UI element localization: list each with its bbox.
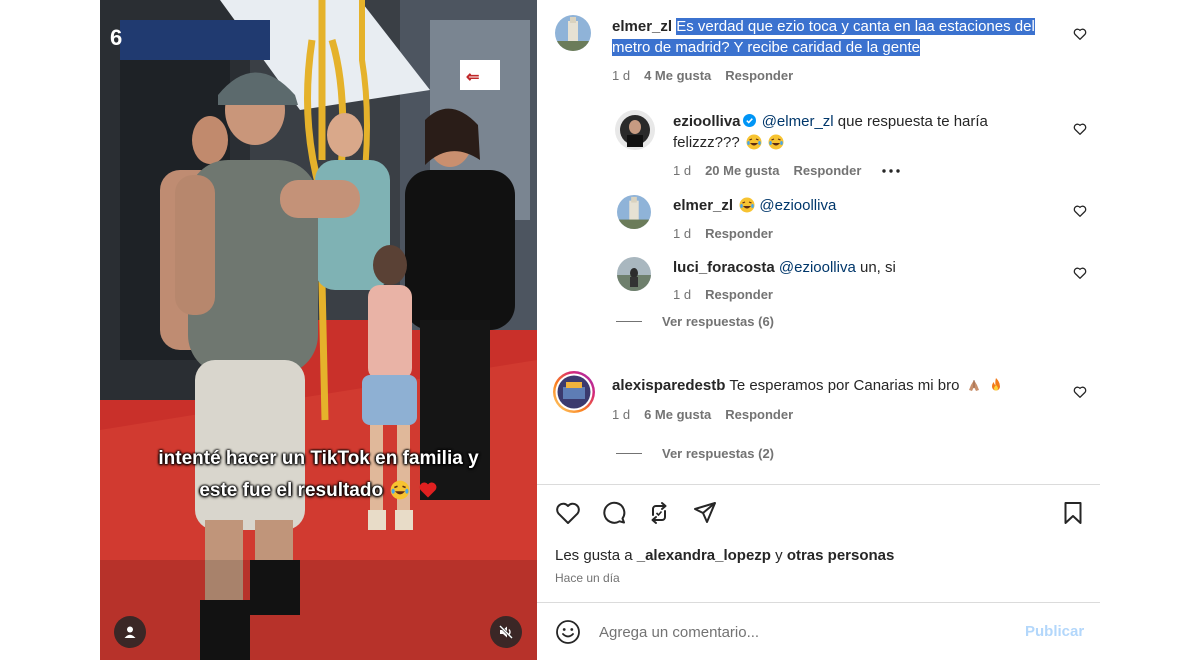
avatar[interactable] bbox=[615, 110, 655, 150]
comment-likes-count[interactable]: 4 Me gusta bbox=[644, 68, 711, 83]
laughing-tears-emoji-icon bbox=[739, 197, 755, 213]
reply-username[interactable]: elmer_zl bbox=[673, 197, 733, 214]
reply-button[interactable]: Responder bbox=[794, 163, 862, 178]
praying-hands-emoji-icon bbox=[968, 380, 979, 391]
liked-by-user[interactable]: _alexandra_lopezp bbox=[637, 547, 771, 564]
reply-mention[interactable]: @elmer_zl bbox=[762, 113, 834, 130]
reply-time: 1 d bbox=[673, 226, 692, 241]
likes-summary: Les gusta a _alexandra_lopezp y otras pe… bbox=[555, 547, 894, 564]
comment-body: alexisparedestb Te esperamos por Canaria… bbox=[612, 375, 1052, 396]
add-comment-bar: Publicar bbox=[537, 603, 1100, 660]
reply-mention[interactable]: @ezioolliva bbox=[779, 259, 856, 276]
divider bbox=[537, 484, 1100, 485]
mute-button[interactable] bbox=[490, 616, 522, 648]
reply-body: elmer_zl @ezioolliva bbox=[673, 195, 1053, 216]
reply-time: 1 d bbox=[673, 287, 692, 302]
reply-text-line-2: felizzz??? bbox=[673, 134, 740, 151]
like-comment-heart-icon[interactable] bbox=[1073, 27, 1087, 41]
emoji-picker-icon[interactable] bbox=[555, 619, 581, 645]
reply-username[interactable]: ezioolliva bbox=[673, 113, 741, 130]
comment-time: 1 d bbox=[612, 407, 631, 422]
comment-likes-count[interactable]: 6 Me gusta bbox=[644, 407, 711, 422]
video-caption-line-2: este fue el resultado bbox=[100, 474, 537, 507]
bookmark-icon[interactable] bbox=[1059, 499, 1087, 527]
like-reply-heart-icon[interactable] bbox=[1073, 122, 1087, 136]
share-icon[interactable] bbox=[691, 499, 719, 527]
avatar[interactable] bbox=[617, 195, 651, 229]
comment-username[interactable]: elmer_zl bbox=[612, 18, 672, 35]
comment-text: Te esperamos por Canarias mi bro bbox=[729, 377, 960, 394]
man-photo-avatar-icon bbox=[615, 110, 655, 150]
like-comment-heart-icon[interactable] bbox=[1073, 385, 1087, 399]
post-timestamp: Hace un día bbox=[555, 571, 620, 585]
laughing-tears-emoji-icon bbox=[390, 480, 410, 500]
view-replies-button[interactable]: Ver respuestas (6) bbox=[616, 314, 774, 329]
avatar[interactable] bbox=[555, 15, 591, 51]
reply-button[interactable]: Responder bbox=[725, 407, 793, 422]
comment-meta: 1 d 4 Me gusta Responder bbox=[612, 68, 807, 83]
video-caption-line-1: intenté hacer un TikTok en familia y bbox=[158, 448, 479, 469]
comment-icon[interactable] bbox=[600, 499, 628, 527]
tagged-users-button[interactable] bbox=[114, 616, 146, 648]
heart-icon[interactable] bbox=[554, 499, 582, 527]
comment-time: 1 d bbox=[612, 68, 631, 83]
comment-meta: 1 d 6 Me gusta Responder bbox=[612, 407, 807, 422]
reply-likes-count[interactable]: 20 Me gusta bbox=[705, 163, 779, 178]
reply-button[interactable]: Responder bbox=[705, 226, 773, 241]
view-replies-button[interactable]: Ver respuestas (2) bbox=[616, 446, 774, 461]
more-options-icon[interactable] bbox=[881, 168, 901, 174]
likes-others-link[interactable]: otras personas bbox=[787, 547, 895, 564]
likes-prefix: Les gusta a bbox=[555, 547, 633, 564]
reply-meta: 1 d 20 Me gusta Responder bbox=[673, 163, 901, 178]
reply-username[interactable]: luci_foracosta bbox=[673, 259, 775, 276]
reply-time: 1 d bbox=[673, 163, 692, 178]
post-sidebar: elmer_zl Es verdad que ezio toca y canta… bbox=[537, 0, 1100, 660]
verified-badge-icon bbox=[742, 114, 756, 127]
video-player[interactable]: 6 ⇐ intenté hacer un TikTok en familia y… bbox=[100, 0, 537, 660]
story-ring-avatar-icon bbox=[553, 371, 595, 413]
reply-meta: 1 d Responder bbox=[673, 226, 787, 241]
fire-emoji-icon bbox=[991, 378, 1000, 391]
like-reply-heart-icon[interactable] bbox=[1073, 266, 1087, 280]
svg-text:6: 6 bbox=[110, 25, 122, 50]
avatar[interactable] bbox=[617, 257, 651, 291]
svg-text:⇐: ⇐ bbox=[466, 69, 479, 86]
beach-photo-avatar-icon bbox=[617, 257, 651, 291]
red-heart-emoji-icon bbox=[419, 482, 437, 498]
view-replies-line bbox=[616, 321, 642, 322]
comment-input[interactable] bbox=[599, 619, 999, 645]
reply-body: ezioolliva @elmer_zl que respuesta te ha… bbox=[673, 111, 1053, 153]
reply-button[interactable]: Responder bbox=[705, 287, 773, 302]
comment-text-line-2: metro de madrid? Y recibe caridad de la … bbox=[612, 39, 920, 56]
avatar[interactable] bbox=[552, 370, 596, 414]
building-photo-avatar-icon bbox=[555, 15, 591, 51]
reply-body: luci_foracosta @ezioolliva un, si bbox=[673, 257, 1053, 278]
laughing-tears-emoji-icon bbox=[768, 134, 784, 150]
view-replies-line bbox=[616, 453, 642, 454]
reply-text-line-1: que respuesta te haría bbox=[837, 113, 988, 130]
view-replies-label: Ver respuestas (6) bbox=[662, 314, 775, 329]
comment-username[interactable]: alexisparedestb bbox=[612, 377, 725, 394]
likes-middle: y bbox=[775, 547, 783, 564]
repost-icon[interactable] bbox=[645, 499, 673, 527]
comment-text-line-1: Es verdad que ezio toca y canta en laa e… bbox=[676, 18, 1035, 35]
reply-mention[interactable]: @ezioolliva bbox=[759, 197, 836, 214]
like-reply-heart-icon[interactable] bbox=[1073, 204, 1087, 218]
comments-list: elmer_zl Es verdad que ezio toca y canta… bbox=[537, 0, 1100, 484]
comment-body: elmer_zl Es verdad que ezio toca y canta… bbox=[612, 16, 1052, 58]
post-action-bar bbox=[537, 497, 1100, 533]
view-replies-label: Ver respuestas (2) bbox=[662, 446, 775, 461]
reply-meta: 1 d Responder bbox=[673, 287, 787, 302]
laughing-tears-emoji-icon bbox=[746, 134, 762, 150]
video-frame: 6 ⇐ bbox=[100, 0, 537, 660]
user-icon bbox=[124, 626, 136, 638]
building-photo-avatar-icon bbox=[617, 195, 651, 229]
muted-speaker-icon bbox=[499, 625, 513, 639]
reply-button[interactable]: Responder bbox=[725, 68, 793, 83]
reply-text: un, si bbox=[860, 259, 896, 276]
publish-button[interactable]: Publicar bbox=[1025, 623, 1084, 640]
